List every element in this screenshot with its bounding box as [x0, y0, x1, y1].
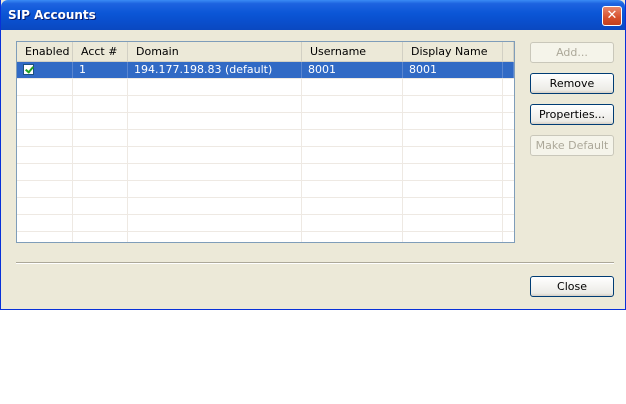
enabled-cell: [17, 62, 73, 78]
empty-row: [17, 164, 514, 181]
list-header: Enabled Acct # Domain Username Display N…: [17, 42, 514, 62]
add-button[interactable]: Add...: [530, 42, 614, 63]
table-row[interactable]: 1 194.177.198.83 (default) 8001 8001: [17, 62, 514, 79]
column-header-acct[interactable]: Acct #: [73, 42, 128, 61]
column-header-username[interactable]: Username: [302, 42, 403, 61]
properties-button[interactable]: Properties...: [530, 104, 614, 125]
empty-row: [17, 96, 514, 113]
empty-row: [17, 130, 514, 147]
close-icon[interactable]: ✕: [602, 6, 622, 26]
empty-row: [17, 232, 514, 242]
make-default-button[interactable]: Make Default: [530, 135, 614, 156]
empty-row: [17, 147, 514, 164]
display-name-cell: 8001: [403, 62, 503, 78]
remove-button[interactable]: Remove: [530, 73, 614, 94]
filler-cell: [503, 62, 514, 78]
empty-row: [17, 181, 514, 198]
dialog-title: SIP Accounts: [8, 8, 96, 22]
enabled-checkbox[interactable]: [23, 64, 34, 75]
column-header-enabled[interactable]: Enabled: [17, 42, 73, 61]
domain-cell: 194.177.198.83 (default): [128, 62, 302, 78]
empty-row: [17, 198, 514, 215]
acct-cell: 1: [73, 62, 128, 78]
column-header-domain[interactable]: Domain: [128, 42, 302, 61]
column-header-display-name[interactable]: Display Name: [403, 42, 503, 61]
empty-row: [17, 215, 514, 232]
empty-row: [17, 79, 514, 96]
column-header-filler: [503, 42, 514, 61]
accounts-list[interactable]: Enabled Acct # Domain Username Display N…: [16, 41, 515, 243]
list-rows: 1 194.177.198.83 (default) 8001 8001: [17, 62, 514, 242]
close-button[interactable]: Close: [530, 276, 614, 297]
title-bar[interactable]: SIP Accounts ✕: [1, 0, 625, 30]
username-cell: 8001: [302, 62, 403, 78]
empty-row: [17, 113, 514, 130]
separator: [16, 262, 614, 264]
sip-accounts-dialog: SIP Accounts ✕ Enabled Acct # Domain Use…: [0, 0, 626, 310]
